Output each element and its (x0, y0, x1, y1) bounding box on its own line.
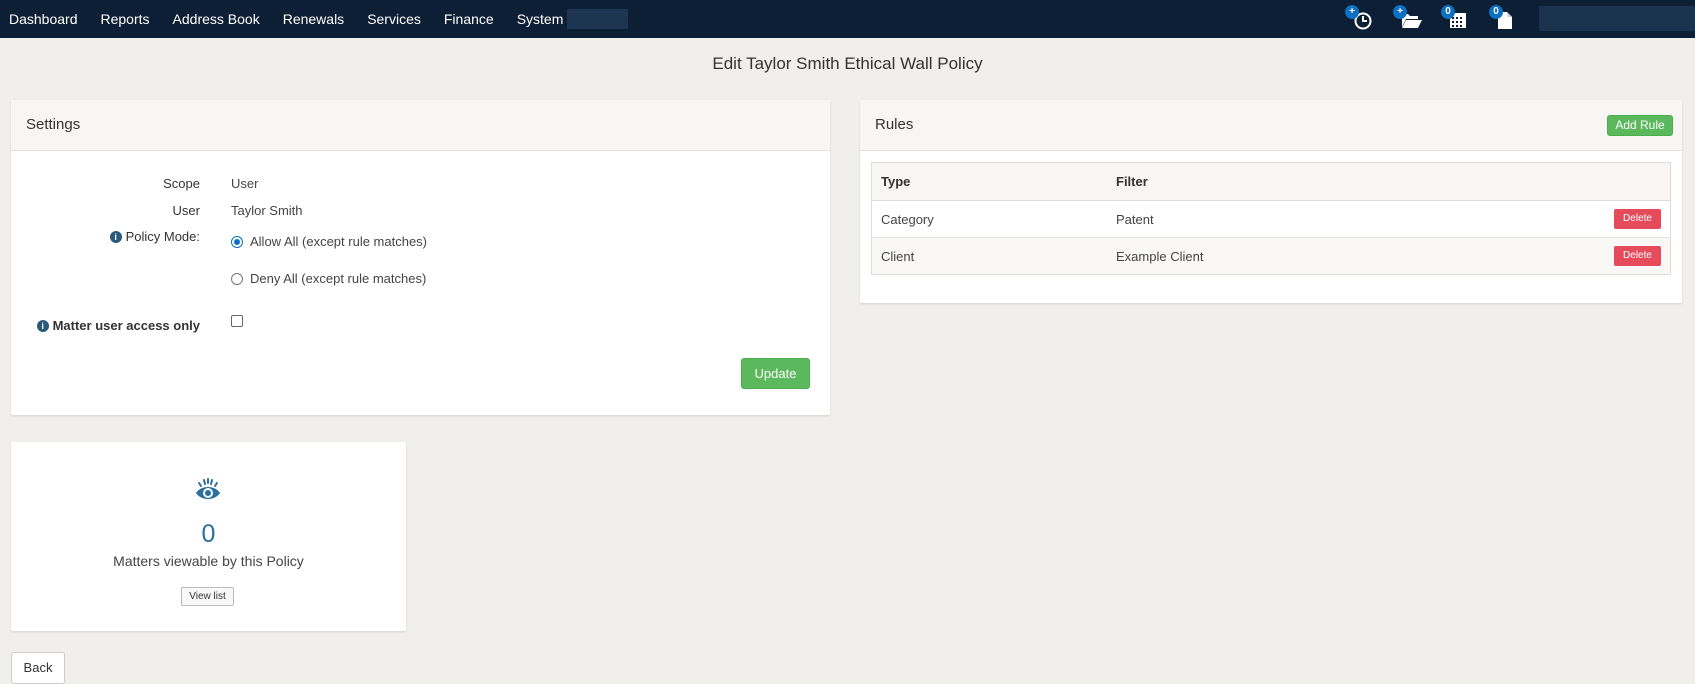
rules-panel: Rules Add Rule Type Filter Category Pate… (860, 100, 1682, 303)
policy-option-deny[interactable]: Deny All (except rule matches) (231, 271, 426, 286)
settings-panel: Settings Scope User User Taylor Smith iP… (11, 100, 830, 415)
matters-label: Matters viewable by this Policy (113, 553, 304, 569)
user-value: Taylor Smith (231, 203, 303, 218)
matter-access-label-wrap: i Matter user access only (36, 318, 200, 333)
documents-badge: 0 (1489, 5, 1503, 19)
calendar-button[interactable]: 0 (1441, 5, 1471, 31)
main-menu: Dashboard Reports Address Book Renewals … (0, 0, 629, 38)
allow-all-radio[interactable] (231, 236, 243, 248)
page-title: Edit Taylor Smith Ethical Wall Policy (712, 54, 983, 73)
user-menu[interactable] (1539, 6, 1695, 31)
column-header-filter[interactable]: Filter (1116, 174, 1148, 189)
add-time-button[interactable]: + (1345, 5, 1375, 31)
rules-table-header: Type Filter (872, 163, 1670, 201)
rule-filter: Example Client (1116, 249, 1204, 264)
nav-finance[interactable]: Finance (444, 11, 494, 27)
deny-all-radio[interactable] (231, 273, 243, 285)
rules-table: Type Filter Category Patent Delete Clien… (871, 162, 1671, 275)
add-rule-button[interactable]: Add Rule (1607, 115, 1673, 136)
rule-type: Client (881, 249, 915, 264)
scope-label: Scope (163, 176, 200, 191)
table-row: Category Patent Delete (872, 201, 1670, 238)
policy-mode-label-wrap: i Policy Mode: (109, 229, 200, 244)
rule-type: Category (881, 212, 934, 227)
rules-header: Rules Add Rule (860, 100, 1682, 151)
policy-option-allow[interactable]: Allow All (except rule matches) (231, 234, 427, 249)
delete-rule-button[interactable]: Delete (1614, 209, 1661, 229)
view-list-button[interactable]: View list (181, 587, 234, 606)
add-matter-button[interactable]: + (1393, 5, 1423, 31)
add-time-badge: + (1345, 5, 1359, 19)
back-button[interactable]: Back (11, 652, 65, 684)
settings-header: Settings (11, 100, 830, 151)
eye-icon (196, 478, 220, 499)
info-icon[interactable]: i (36, 320, 49, 332)
add-matter-badge: + (1393, 5, 1407, 19)
nav-system[interactable]: System (517, 11, 564, 27)
nav-reports[interactable]: Reports (101, 11, 150, 27)
rule-filter: Patent (1116, 212, 1154, 227)
update-button[interactable]: Update (741, 358, 810, 389)
calendar-badge: 0 (1441, 5, 1455, 19)
nav-dashboard[interactable]: Dashboard (9, 11, 78, 27)
deny-all-label[interactable]: Deny All (except rule matches) (250, 271, 426, 286)
top-navbar: Dashboard Reports Address Book Renewals … (0, 0, 1695, 38)
table-row: Client Example Client Delete (872, 238, 1670, 274)
nav-redacted-box (567, 9, 629, 29)
scope-value: User (231, 176, 259, 191)
matter-access-checkbox[interactable] (231, 315, 243, 327)
column-header-type[interactable]: Type (881, 174, 910, 189)
quick-actions: + + 0 0 (1327, 0, 1519, 38)
user-label: User (172, 203, 200, 218)
nav-renewals[interactable]: Renewals (283, 11, 344, 27)
info-icon[interactable]: i (109, 231, 122, 243)
matters-viewable-card: 0 Matters viewable by this Policy View l… (11, 442, 406, 631)
delete-rule-button[interactable]: Delete (1614, 246, 1661, 266)
documents-button[interactable]: 0 (1489, 5, 1519, 31)
matters-count: 0 (201, 520, 216, 548)
settings-title: Settings (26, 116, 81, 133)
policy-mode-label: Policy Mode: (125, 229, 200, 244)
rules-title: Rules (875, 116, 914, 133)
allow-all-label[interactable]: Allow All (except rule matches) (250, 234, 427, 249)
matter-access-checkbox-wrap (231, 315, 243, 330)
nav-services[interactable]: Services (367, 11, 421, 27)
nav-address-book[interactable]: Address Book (173, 11, 260, 27)
matter-access-label: Matter user access only (52, 318, 200, 333)
